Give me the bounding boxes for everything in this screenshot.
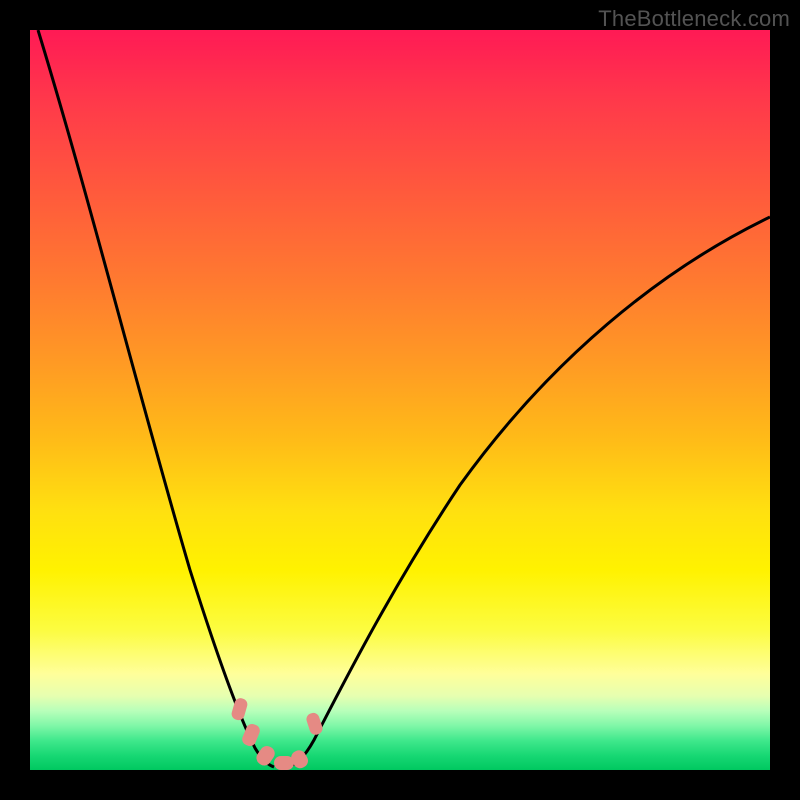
curve-left-branch — [38, 30, 274, 767]
plot-area — [30, 30, 770, 770]
chart-container: TheBottleneck.com — [0, 0, 800, 800]
curve-right-branch — [286, 217, 770, 767]
trough-markers — [230, 697, 324, 770]
chart-svg — [30, 30, 770, 770]
watermark-text: TheBottleneck.com — [598, 6, 790, 32]
